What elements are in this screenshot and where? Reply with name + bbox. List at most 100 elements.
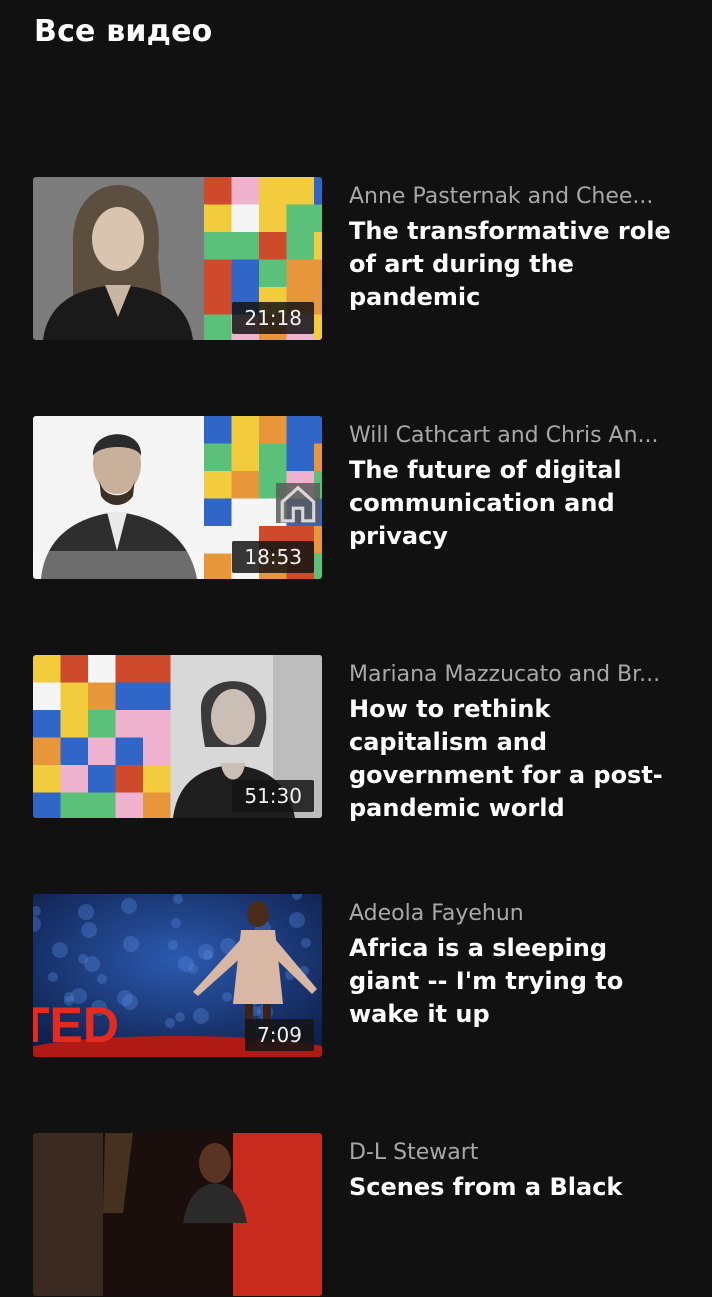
mosaic-tile <box>314 287 322 315</box>
mosaic-tile <box>204 498 232 526</box>
video-item[interactable]: TED 7:09 Adeola Fayehun Africa is a slee… <box>33 894 683 1058</box>
mosaic-tile <box>231 498 259 526</box>
speaker-name: Will Cathcart and Chris An... <box>349 423 659 448</box>
mosaic-tile <box>115 765 143 793</box>
mosaic-tile <box>231 232 259 260</box>
duration-badge: 51:30 <box>232 780 314 812</box>
bokeh-dot <box>48 972 58 982</box>
video-item[interactable]: D-L Stewart Scenes from a Black <box>33 1133 683 1297</box>
mosaic-tile <box>33 682 61 710</box>
mosaic-tile <box>231 416 259 444</box>
mosaic-tile <box>115 792 143 818</box>
mosaic-tile <box>286 204 314 232</box>
mosaic-tile <box>143 655 171 683</box>
mosaic-tile <box>115 710 143 738</box>
bokeh-dot <box>81 922 97 938</box>
mosaic-tile <box>259 177 287 205</box>
bokeh-dot <box>168 940 178 950</box>
mosaic-tile <box>314 259 322 287</box>
mosaic-tile <box>143 737 171 765</box>
mosaic-tile <box>204 416 232 444</box>
mosaic-tile <box>60 765 88 793</box>
mosaic-tile <box>314 232 322 260</box>
bokeh-dot <box>84 956 100 972</box>
mosaic-tile <box>231 443 259 471</box>
mosaic-tile <box>314 204 322 232</box>
mosaic-tile <box>231 177 259 205</box>
video-thumbnail[interactable]: 51:30 <box>33 655 322 818</box>
bokeh-dot <box>289 912 305 928</box>
thumbnail-image <box>33 1133 322 1296</box>
mosaic-tile <box>88 765 116 793</box>
mosaic-tile <box>143 765 171 793</box>
mosaic-tile <box>231 204 259 232</box>
mosaic-tile <box>60 682 88 710</box>
mosaic-tile <box>204 232 232 260</box>
mosaic-tile <box>33 765 61 793</box>
video-item[interactable]: 51:30 Mariana Mazzucato and Br... How to… <box>33 655 683 822</box>
mosaic-tile <box>286 259 314 287</box>
mosaic-tile <box>286 177 314 205</box>
mosaic-tile <box>60 737 88 765</box>
bokeh-dot <box>301 938 311 948</box>
mosaic-tile <box>60 710 88 738</box>
video-item[interactable]: 21:18 Anne Pasternak and Chee... The tra… <box>33 177 683 341</box>
mosaic-tile <box>204 204 232 232</box>
bokeh-dot <box>121 898 137 914</box>
duration-badge: 18:53 <box>232 541 314 573</box>
bokeh-dot <box>222 992 232 1002</box>
bokeh-dot <box>171 918 181 928</box>
bokeh-dot <box>52 942 68 958</box>
video-title[interactable]: The future of digital communication and … <box>349 454 679 553</box>
video-title[interactable]: Africa is a sleeping giant -- I'm trying… <box>349 932 679 1031</box>
speaker-name: Adeola Fayehun <box>349 901 524 926</box>
duration-badge: 7:09 <box>245 1019 314 1051</box>
bokeh-dot <box>97 974 107 984</box>
mosaic-tile <box>143 710 171 738</box>
bokeh-dot <box>193 1008 209 1024</box>
mosaic-tile <box>204 471 232 499</box>
bokeh-dot <box>165 1018 175 1028</box>
bokeh-dot <box>203 950 213 960</box>
mosaic-tile <box>286 232 314 260</box>
bokeh-dot <box>188 964 198 974</box>
mosaic-tile <box>88 655 116 683</box>
bokeh-dot <box>175 1012 185 1022</box>
duration-badge: 21:18 <box>232 302 314 334</box>
home-badge <box>276 483 320 523</box>
video-title[interactable]: How to rethink capitalism and government… <box>349 693 679 825</box>
mosaic-tile <box>204 553 232 579</box>
speaker-name: Anne Pasternak and Chee... <box>349 184 654 209</box>
video-title[interactable]: Scenes from a Black <box>349 1171 679 1204</box>
mosaic-tile <box>204 443 232 471</box>
video-thumbnail[interactable]: 18:53 <box>33 416 322 579</box>
mosaic-tile <box>33 792 61 818</box>
mosaic-tile <box>88 710 116 738</box>
video-thumbnail[interactable] <box>33 1133 322 1296</box>
mosaic-tile <box>204 177 232 205</box>
mosaic-tile <box>231 471 259 499</box>
video-thumbnail[interactable]: 21:18 <box>33 177 322 340</box>
mosaic-tile <box>88 737 116 765</box>
mosaic-tile <box>259 204 287 232</box>
mosaic-tile <box>314 314 322 340</box>
mosaic-tile <box>259 259 287 287</box>
mosaic-tile <box>115 737 143 765</box>
video-title[interactable]: The transformative role of art during th… <box>349 215 679 314</box>
bokeh-dot <box>78 904 94 920</box>
speaker-name: D-L Stewart <box>349 1140 479 1165</box>
speaker-name: Mariana Mazzucato and Br... <box>349 662 661 687</box>
mosaic-tile <box>115 682 143 710</box>
mosaic-tile <box>314 177 322 205</box>
video-thumbnail[interactable]: TED 7:09 <box>33 894 322 1057</box>
ted-logo-text: TED <box>33 997 119 1053</box>
mosaic-tile <box>33 710 61 738</box>
bokeh-dot <box>122 994 138 1010</box>
video-item[interactable]: 18:53 Will Cathcart and Chris An... The … <box>33 416 683 580</box>
mosaic-tile <box>204 287 232 315</box>
mosaic-tile <box>88 682 116 710</box>
mosaic-tile <box>259 232 287 260</box>
bokeh-dot <box>123 936 139 952</box>
mosaic-tile <box>231 259 259 287</box>
mosaic-tile <box>204 314 232 340</box>
